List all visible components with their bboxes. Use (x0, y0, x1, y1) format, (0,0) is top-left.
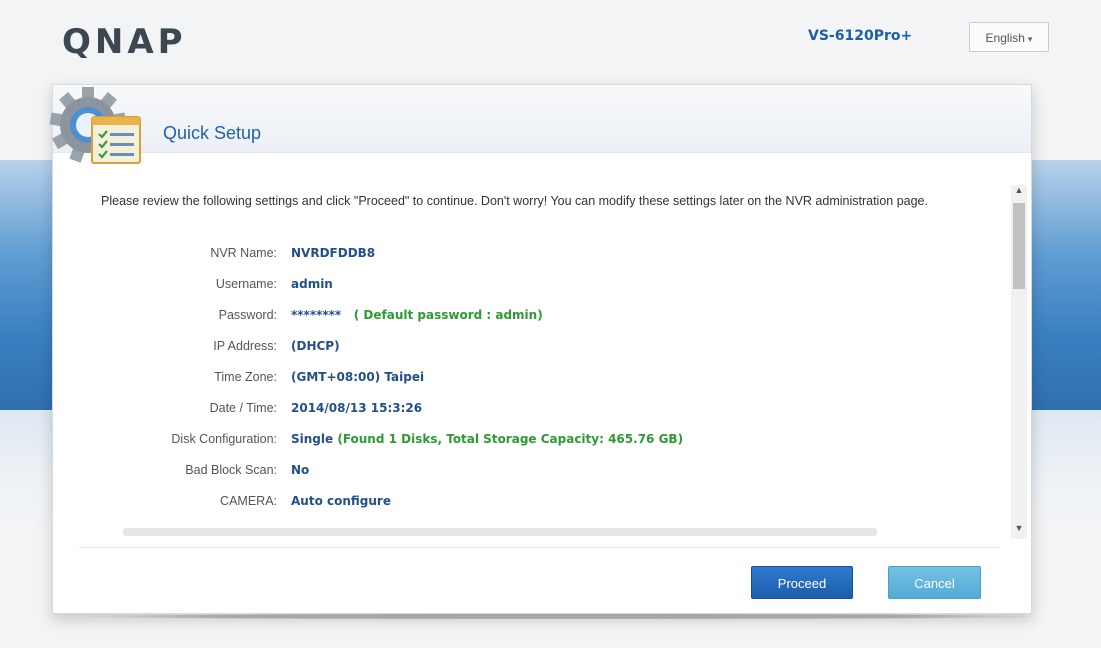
qnap-logo: QNAP (62, 22, 187, 62)
setting-value: (DHCP) (291, 339, 340, 353)
setting-label: Time Zone: (214, 370, 277, 384)
setting-value: Single (291, 432, 334, 446)
setting-note: ( Default password : admin) (353, 308, 543, 322)
dialog-shadow (82, 614, 1042, 619)
proceed-button[interactable]: Proceed (751, 566, 853, 599)
device-model: VS-6120Pro+ (808, 28, 913, 44)
setting-value: ******** (291, 308, 342, 322)
setting-label: CAMERA: (220, 494, 277, 508)
horizontal-scrollbar[interactable] (123, 528, 877, 536)
language-select[interactable]: English ▾ (969, 22, 1049, 52)
setting-label: Password: (218, 308, 277, 322)
vertical-scrollbar[interactable]: ▲ ▼ (1011, 185, 1027, 539)
setting-note: (Found 1 Disks, Total Storage Capacity: … (337, 432, 684, 446)
language-label: English (985, 31, 1025, 45)
chevron-down-icon: ▾ (1027, 34, 1033, 44)
setting-value: No (291, 463, 310, 477)
quick-setup-dialog: Quick Setup Please review the following … (49, 84, 1032, 614)
dialog-header: Quick Setup (49, 85, 1031, 164)
footer-divider (79, 547, 999, 548)
setting-value: 2014/08/13 15:3:26 (291, 401, 423, 415)
setting-value: Auto configure (291, 494, 391, 508)
setting-value: admin (291, 277, 333, 291)
setting-label: Bad Block Scan: (185, 463, 277, 477)
scrollbar-thumb[interactable] (1013, 203, 1025, 289)
setting-label: Disk Configuration: (171, 432, 277, 446)
cancel-button[interactable]: Cancel (888, 566, 981, 599)
settings-summary: Please review the following settings and… (53, 155, 1011, 541)
chevron-down-icon[interactable]: ▼ (1011, 523, 1027, 533)
setting-value: (GMT+08:00) Taipei (291, 370, 425, 384)
setting-label: NVR Name: (210, 246, 277, 260)
intro-text: Please review the following settings and… (101, 194, 928, 208)
setting-label: Date / Time: (209, 401, 277, 415)
chevron-up-icon[interactable]: ▲ (1011, 185, 1027, 195)
dialog-title: Quick Setup (163, 123, 262, 143)
setting-label: Username: (215, 277, 277, 291)
setting-value: NVRDFDDB8 (291, 246, 376, 260)
setting-label: IP Address: (213, 339, 277, 353)
